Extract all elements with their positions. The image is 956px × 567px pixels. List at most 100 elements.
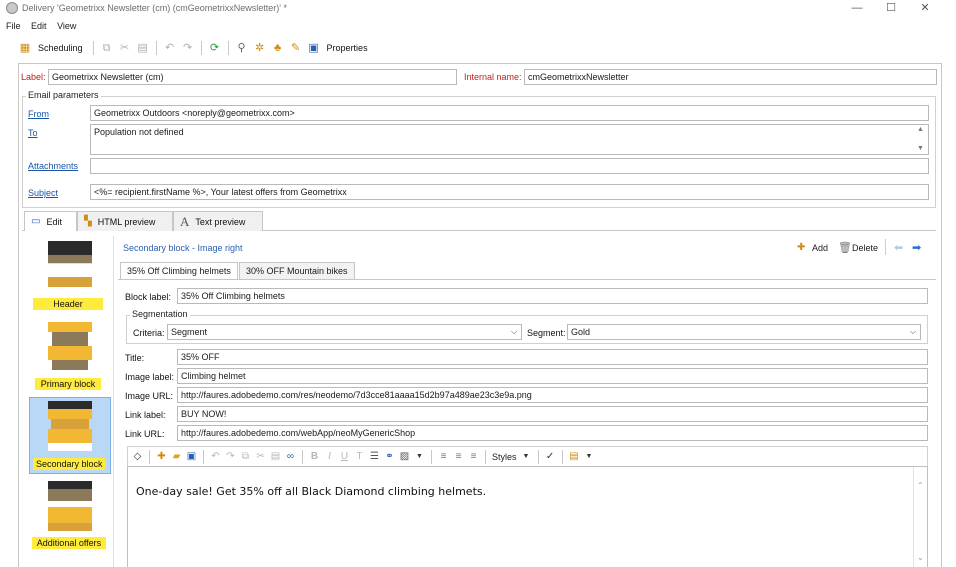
rich-text-editor[interactable]: One-day sale! Get 35% off all Black Diam… (127, 466, 928, 567)
minimize-button[interactable]: — (842, 0, 872, 17)
cut-icon[interactable]: ✂ (255, 451, 266, 462)
title-bar: Delivery 'Geometrixx Newsletter (cm) (cm… (0, 0, 956, 17)
subtab-climbing-helmets[interactable]: 35% Off Climbing helmets (120, 262, 238, 279)
open-folder-icon[interactable]: ▰ (171, 451, 182, 462)
chevron-down-icon: ⌵ (909, 327, 917, 336)
paste-icon[interactable]: ▤ (270, 451, 281, 462)
underline-icon[interactable]: U (339, 451, 350, 462)
undo-icon[interactable]: ↶ (210, 451, 221, 462)
redo-icon[interactable]: ↷ (181, 41, 195, 55)
attachments-link[interactable]: Attachments (28, 161, 78, 171)
criteria-value: Segment (171, 327, 208, 337)
block-label-header[interactable]: Header (33, 298, 103, 310)
image-label-caption: Image label: (125, 372, 175, 382)
scroll-up-icon[interactable]: ⌃ (917, 481, 924, 490)
attachment-icon[interactable]: ⚲ (235, 41, 249, 55)
block-thumbnail-primary[interactable] (48, 322, 92, 374)
align-right-icon[interactable]: ≡ (468, 451, 479, 462)
audience-icon[interactable]: ♣ (271, 41, 285, 55)
menu-edit[interactable]: Edit (31, 18, 47, 34)
bold-icon[interactable]: B (309, 451, 320, 462)
block-label-secondary[interactable]: Secondary block (33, 458, 105, 470)
copy-icon[interactable]: ⧉ (240, 451, 251, 462)
tab-html-preview[interactable]: ▚ HTML preview (77, 211, 173, 231)
block-label-primary[interactable]: Primary block (35, 378, 101, 390)
editor-scrollbar[interactable]: ⌃ ⌄ (913, 467, 927, 567)
move-left-icon[interactable]: ⬅ (894, 241, 903, 254)
spell-check-icon[interactable]: ✓ (545, 451, 556, 462)
table-icon[interactable]: ▤ (569, 451, 580, 462)
add-button[interactable]: Add (812, 243, 828, 253)
from-link[interactable]: From (28, 109, 49, 119)
cut-icon[interactable]: ✂ (118, 41, 132, 55)
criteria-select[interactable]: Segment ⌵ (167, 324, 522, 340)
menu-view[interactable]: View (57, 18, 76, 34)
redo-icon[interactable]: ↷ (225, 451, 236, 462)
bullet-list-icon[interactable]: ☰ (369, 451, 380, 462)
undo-icon[interactable]: ↶ (163, 41, 177, 55)
insert-link-icon[interactable]: ⚭ (384, 451, 395, 462)
link-label-field[interactable]: BUY NOW! (177, 406, 928, 422)
copy-icon[interactable]: ⧉ (100, 41, 114, 55)
maximize-button[interactable]: ☐ (876, 0, 906, 17)
tab-edit[interactable]: ▭ Edit (24, 211, 77, 231)
close-button[interactable]: ✕ (910, 0, 940, 17)
save-icon[interactable]: ▣ (186, 451, 197, 462)
scroll-up-icon[interactable]: ▲ (917, 126, 924, 133)
to-field[interactable]: Population not defined (90, 124, 929, 155)
move-right-icon[interactable]: ➡ (912, 241, 921, 254)
insert-personalization-icon[interactable]: ✚ (156, 451, 167, 462)
personalization-icon[interactable]: ✲ (253, 41, 267, 55)
styles-dropdown[interactable]: Styles (492, 452, 517, 462)
delete-icon[interactable]: 🗑 (838, 241, 852, 254)
refresh-icon[interactable]: ⟳ (208, 41, 222, 55)
subtabs-baseline (118, 279, 936, 280)
align-left-icon[interactable]: ≡ (438, 451, 449, 462)
block-label-caption: Block label: (125, 292, 172, 302)
scheduling-button[interactable]: Scheduling (38, 43, 83, 53)
calendar-icon[interactable]: ▦ (18, 41, 32, 55)
text-color-icon[interactable]: T (354, 451, 365, 462)
paste-icon[interactable]: ▤ (136, 41, 150, 55)
delete-button[interactable]: Delete (852, 243, 878, 253)
chevron-down-icon[interactable]: ▼ (521, 453, 532, 460)
scroll-down-icon[interactable]: ⌄ (917, 553, 924, 562)
attachments-field[interactable] (90, 158, 929, 174)
link-url-field[interactable]: http://faures.adobedemo.com/webApp/neoMy… (177, 425, 928, 441)
criteria-caption: Criteria: (133, 328, 165, 338)
image-url-caption: Image URL: (125, 391, 174, 401)
source-icon[interactable]: ◇ (132, 451, 143, 462)
menu-file[interactable]: File (6, 18, 21, 34)
to-link[interactable]: To (28, 128, 38, 138)
subject-link[interactable]: Subject (28, 188, 58, 198)
tab-text-preview[interactable]: A Text preview (173, 211, 263, 231)
find-icon[interactable]: ∞ (285, 451, 296, 462)
block-label-additional[interactable]: Additional offers (32, 537, 106, 549)
block-thumbnail-header[interactable] (48, 241, 92, 293)
image-url-field[interactable]: http://faures.adobedemo.com/res/neodemo/… (177, 387, 928, 403)
add-icon[interactable]: ✚ (797, 242, 805, 253)
properties-icon[interactable]: ▣ (307, 41, 321, 55)
internal-name-field[interactable]: cmGeometrixxNewsletter (524, 69, 937, 85)
align-center-icon[interactable]: ≡ (453, 451, 464, 462)
insert-image-icon[interactable]: ▨ (399, 451, 410, 462)
image-label-field[interactable]: Climbing helmet (177, 368, 928, 384)
italic-icon[interactable]: I (324, 451, 335, 462)
block-thumbnail-additional[interactable] (48, 481, 92, 533)
spam-check-icon[interactable]: ✎ (289, 41, 303, 55)
segment-select[interactable]: Gold ⌵ (567, 324, 921, 340)
subtab-mountain-bikes[interactable]: 30% OFF Mountain bikes (239, 262, 355, 279)
scroll-down-icon[interactable]: ▼ (917, 145, 924, 152)
rt-separator (149, 449, 150, 464)
block-label-field[interactable]: 35% Off Climbing helmets (177, 288, 928, 304)
chevron-down-icon[interactable]: ▼ (414, 453, 425, 460)
block-list: Header Primary block Secondary block Add… (27, 236, 114, 567)
properties-button[interactable]: Properties (327, 43, 368, 53)
title-field[interactable]: 35% OFF (177, 349, 928, 365)
subject-field[interactable]: <%= recipient.firstName %>, Your latest … (90, 184, 929, 200)
toolbar-separator (227, 41, 229, 55)
chevron-down-icon[interactable]: ▼ (584, 453, 595, 460)
block-thumbnail-secondary[interactable] (48, 401, 92, 453)
from-field[interactable]: Geometrixx Outdoors <noreply@geometrixx.… (90, 105, 929, 121)
label-field[interactable]: Geometrixx Newsletter (cm) (48, 69, 457, 85)
